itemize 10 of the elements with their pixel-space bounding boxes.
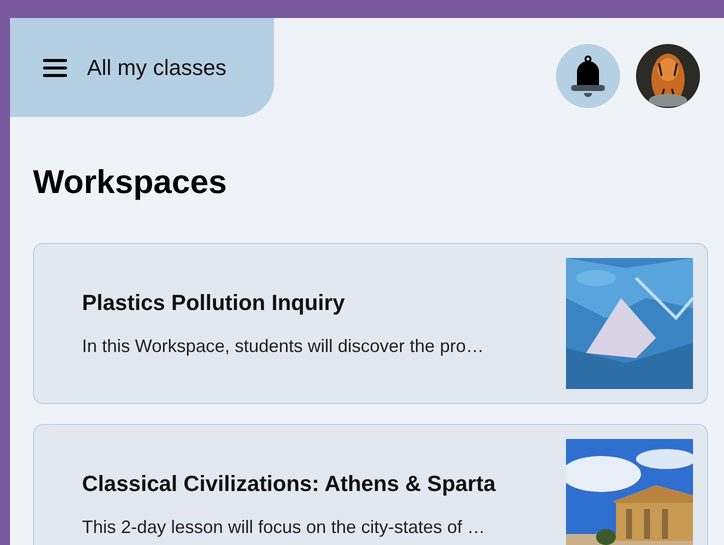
- workspace-card[interactable]: Classical Civilizations: Athens & Sparta This 2-day lesson will focus on the city-states of …: [33, 424, 708, 545]
- workspace-title: Classical Civilizations: Athens & Sparta: [82, 470, 496, 498]
- workspace-description: In this Workspace, students will discover the pro…: [82, 335, 484, 358]
- bell-icon: [569, 55, 607, 97]
- workspace-title: Plastics Pollution Inquiry: [82, 289, 346, 317]
- section-heading: Workspaces: [33, 162, 228, 202]
- workspace-description: This 2-day lesson will focus on the city-states of …: [82, 516, 486, 539]
- menu-icon[interactable]: [43, 58, 67, 78]
- workspace-card[interactable]: Plastics Pollution Inquiry In this Workspace, students will discover the pro…: [33, 242, 708, 404]
- page-title: All my classes: [87, 54, 226, 82]
